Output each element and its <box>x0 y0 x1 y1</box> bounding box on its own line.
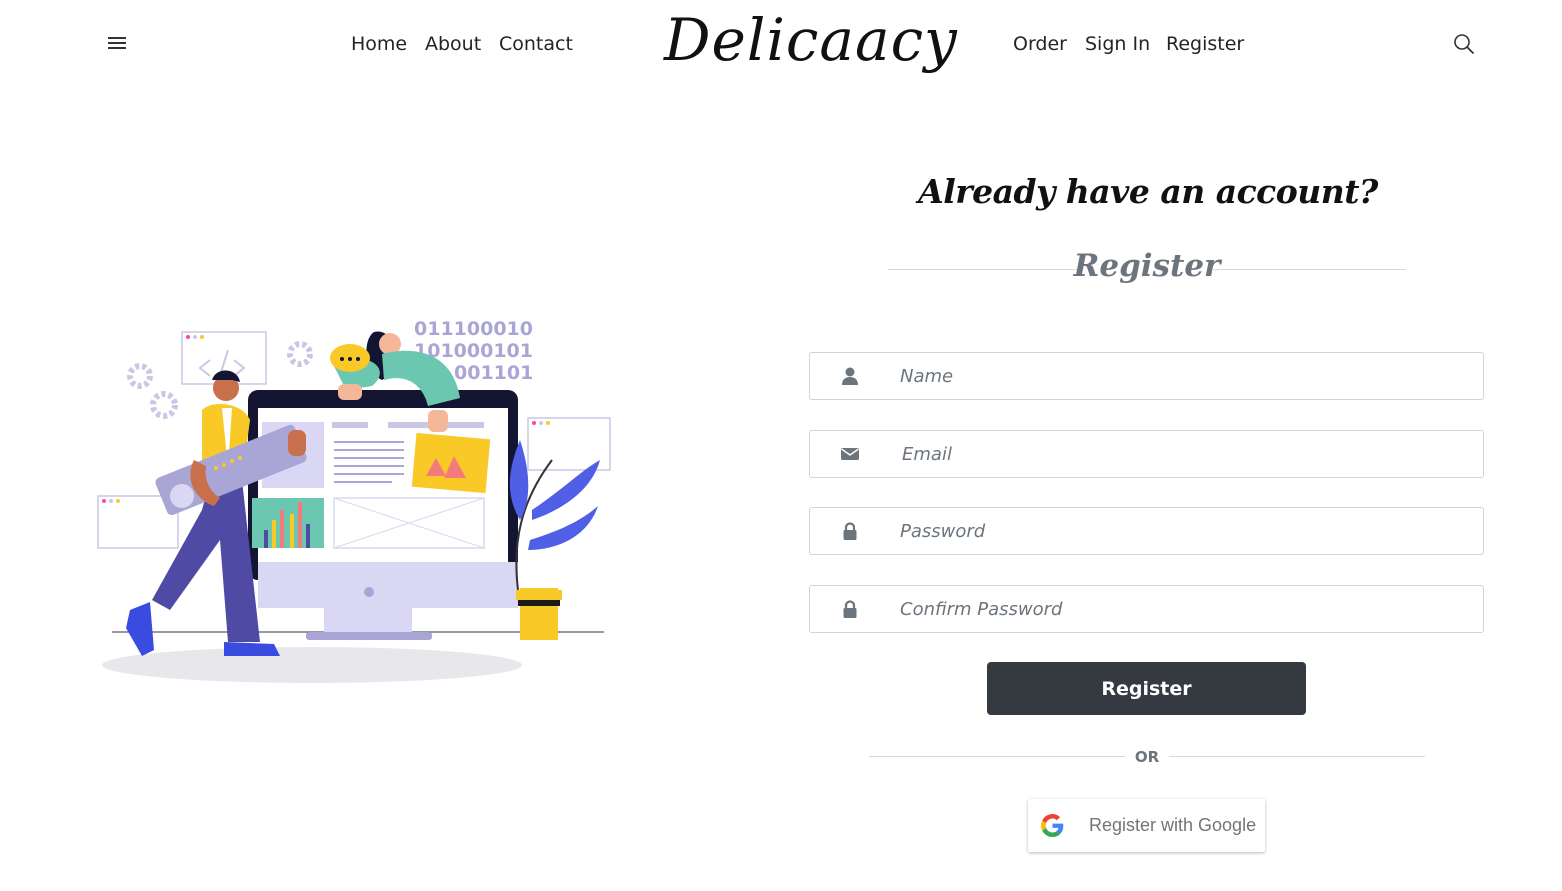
register-with-google-button[interactable]: Register with Google <box>1028 799 1265 852</box>
nav-link-register[interactable]: Register <box>1166 33 1244 55</box>
name-field <box>809 352 1484 400</box>
or-divider: OR <box>869 744 1425 770</box>
nav-link-home[interactable]: Home <box>351 33 407 55</box>
email-field <box>809 430 1484 478</box>
form-subheading-row: Register <box>888 248 1406 292</box>
binary-line-3: 001101 <box>454 362 533 384</box>
search-icon[interactable] <box>1452 32 1476 56</box>
hero-illustration: 011100010 101000101 001101 <box>92 310 622 690</box>
user-icon <box>842 367 858 385</box>
nav-link-contact[interactable]: Contact <box>499 33 573 55</box>
nav-link-sign-in[interactable]: Sign In <box>1085 33 1150 55</box>
register-button[interactable]: Register <box>987 662 1306 715</box>
brand-logo[interactable]: Delicaacy <box>664 0 958 92</box>
form-subheading: Register <box>1073 248 1221 284</box>
password-input[interactable] <box>900 508 1470 554</box>
or-divider-right-line <box>1169 756 1425 757</box>
or-label: OR <box>1134 748 1160 766</box>
name-input[interactable] <box>900 353 1470 399</box>
lock-icon <box>843 522 857 540</box>
google-icon <box>1041 814 1064 837</box>
nav-link-about[interactable]: About <box>425 33 481 55</box>
nav-link-order[interactable]: Order <box>1013 33 1067 55</box>
menu-icon[interactable] <box>108 37 126 51</box>
envelope-icon <box>841 448 859 460</box>
navbar: Home About Contact Delicaacy Order Sign … <box>0 0 1562 95</box>
confirm-password-input[interactable] <box>900 586 1470 632</box>
subheading-divider-right <box>1212 269 1406 270</box>
google-button-label: Register with Google <box>1089 815 1257 835</box>
password-field <box>809 507 1484 555</box>
lock-icon <box>843 600 857 618</box>
form-heading: Already have an account? <box>918 172 1378 211</box>
confirm-password-field <box>809 585 1484 633</box>
developers-illustration: 011100010 101000101 001101 <box>97 318 611 683</box>
email-input[interactable] <box>902 431 1472 477</box>
brand-name: Delicaacy <box>664 6 958 74</box>
binary-line-1: 011100010 <box>414 318 533 340</box>
